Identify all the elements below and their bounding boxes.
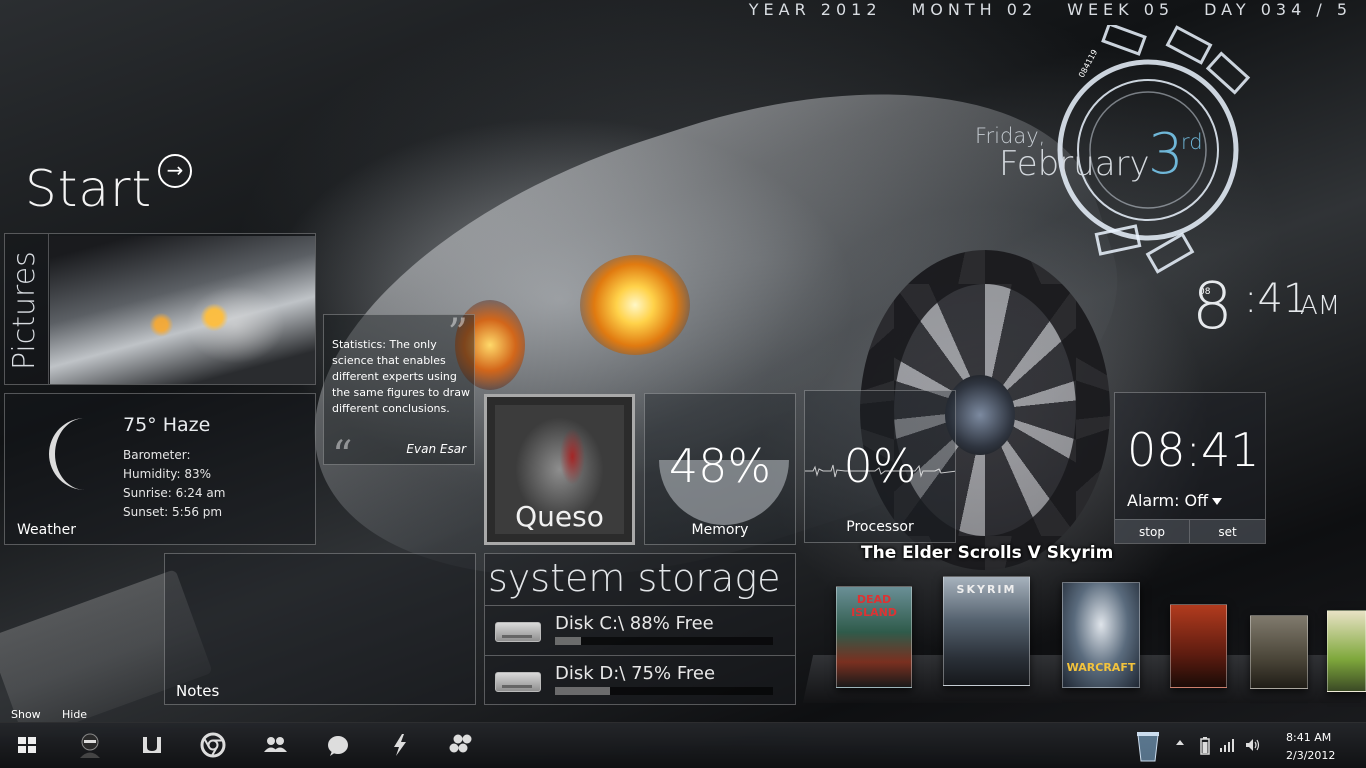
- quote-author: Evan Esar: [406, 442, 466, 456]
- game-cover[interactable]: [1250, 615, 1308, 689]
- volume-icon[interactable]: [1244, 736, 1262, 754]
- weather-humidity: Humidity: 83%: [123, 467, 212, 481]
- disk-usage-fill: [555, 687, 610, 695]
- taskbar-clock-time[interactable]: 8:41 AM: [1286, 731, 1331, 744]
- utorrent-icon[interactable]: [138, 731, 166, 759]
- disk-usage-fill: [555, 637, 582, 645]
- system-storage-tile: system storage Disk C:\ 88% Free Disk D:…: [484, 553, 796, 705]
- game-cover-title: WARCRAFT: [1066, 661, 1136, 674]
- alarm-clock-time: 08:41: [1127, 423, 1260, 477]
- game-cover-title: SKYRIM: [956, 583, 1017, 596]
- taskbar: 8:41 AM 2/3/2012: [0, 722, 1366, 768]
- weather-label: Weather: [17, 522, 76, 538]
- game-cover[interactable]: WARCRAFT: [1062, 582, 1140, 688]
- big-clock-minutes: :41: [1244, 276, 1309, 322]
- memory-tile: 48% Memory: [644, 393, 796, 545]
- memory-value: 48%: [668, 439, 772, 493]
- hard-drive-icon: [495, 672, 541, 692]
- hide-button[interactable]: Hide: [62, 708, 87, 721]
- notes-label: Notes: [176, 682, 220, 700]
- weather-sunrise: Sunrise: 6:24 am: [123, 486, 226, 500]
- wallpaper-headlight: [580, 255, 690, 355]
- disk-row[interactable]: Disk D:\ 75% Free: [485, 655, 795, 703]
- alarm-clock-tile: 08:41 Alarm: Off stop set: [1114, 392, 1266, 544]
- disk-label: Disk D:\ 75% Free: [555, 663, 716, 684]
- disk-label: Disk C:\ 88% Free: [555, 613, 714, 634]
- pictures-thumbnail[interactable]: [50, 236, 315, 384]
- weather-details: Barometer: Humidity: 83% Sunrise: 6:24 a…: [123, 446, 225, 522]
- date-day: DAY 034 / 5: [1204, 0, 1352, 19]
- processor-tile: 0% Processor: [804, 390, 956, 543]
- ring-clock-day-suffix: rd: [1181, 130, 1203, 154]
- pictures-label: Pictures: [7, 251, 42, 370]
- quote-tile: ” Statistics: The only science that enab…: [323, 314, 475, 465]
- network-icon[interactable]: [1219, 737, 1235, 753]
- taskbar-clock-date[interactable]: 2/3/2012: [1286, 749, 1335, 762]
- battery-icon[interactable]: [1199, 736, 1211, 756]
- memory-label: Memory: [691, 522, 749, 538]
- ring-clock-day: 3: [1148, 122, 1184, 187]
- disk-row[interactable]: Disk C:\ 88% Free: [485, 605, 795, 653]
- alarm-stop-button[interactable]: stop: [1115, 519, 1190, 543]
- pictures-label-box: Pictures: [5, 234, 49, 384]
- game-cover-title: DEAD ISLAND: [851, 593, 897, 619]
- pictures-tile[interactable]: Pictures: [4, 233, 316, 385]
- winamp-icon[interactable]: [386, 731, 414, 759]
- weather-sunset: Sunset: 5:56 pm: [123, 505, 223, 519]
- quote-open-mark-icon: “: [332, 433, 353, 465]
- honeycomb-icon[interactable]: [448, 731, 476, 759]
- game-cover[interactable]: DEAD ISLAND: [836, 586, 912, 688]
- notes-tile[interactable]: Notes: [164, 553, 476, 705]
- weather-barometer: Barometer:: [123, 448, 191, 462]
- date-month: MONTH 02: [911, 0, 1038, 19]
- windows-start-icon[interactable]: [14, 731, 42, 759]
- game-cover[interactable]: [1170, 604, 1227, 688]
- big-clock-ampm: AM: [1300, 291, 1341, 321]
- game-cover[interactable]: SKYRIM: [943, 576, 1030, 686]
- game-title: The Elder Scrolls V Skyrim: [861, 543, 1114, 563]
- alarm-set-button[interactable]: set: [1190, 519, 1265, 543]
- crescent-moon-icon: [49, 418, 85, 490]
- hard-drive-icon: [495, 622, 541, 642]
- system-storage-title: system storage: [488, 556, 781, 600]
- recycle-bin-icon[interactable]: [1133, 729, 1163, 763]
- weather-tile[interactable]: 75° Haze Barometer: Humidity: 83% Sunris…: [4, 393, 316, 545]
- show-hidden-icons-icon[interactable]: [1174, 737, 1186, 749]
- messenger-icon[interactable]: [324, 731, 352, 759]
- date-strip: YEAR 2012 MONTH 02 WEEK 05 DAY 034 / 5: [719, 0, 1352, 19]
- people-icon[interactable]: [261, 731, 289, 759]
- alarm-status-label: Alarm: Off: [1127, 491, 1209, 510]
- processor-value: 0%: [843, 439, 917, 493]
- show-button[interactable]: Show: [11, 708, 41, 721]
- weather-temperature: 75° Haze: [123, 414, 211, 436]
- start-title: Start: [25, 160, 153, 218]
- date-year: YEAR 2012: [748, 0, 882, 19]
- processor-label: Processor: [846, 519, 914, 535]
- disk-usage-bar: [555, 637, 773, 645]
- queso-label: Queso: [515, 500, 604, 533]
- quote-text: Statistics: The only science that enable…: [332, 338, 470, 415]
- chrome-icon[interactable]: [199, 731, 227, 759]
- date-week: WEEK 05: [1067, 0, 1175, 19]
- ring-clock-month: February: [999, 144, 1150, 184]
- big-clock-hour: 8: [1192, 270, 1233, 344]
- chevron-down-icon: [1212, 498, 1223, 505]
- game-cover[interactable]: [1327, 610, 1366, 692]
- circle-arrow-right-icon[interactable]: →: [158, 154, 192, 188]
- disk-usage-bar: [555, 687, 773, 695]
- alarm-status-dropdown[interactable]: Alarm: Off: [1127, 491, 1223, 510]
- ninja-avatar-icon[interactable]: [76, 731, 104, 759]
- queso-tile[interactable]: Queso: [484, 394, 635, 545]
